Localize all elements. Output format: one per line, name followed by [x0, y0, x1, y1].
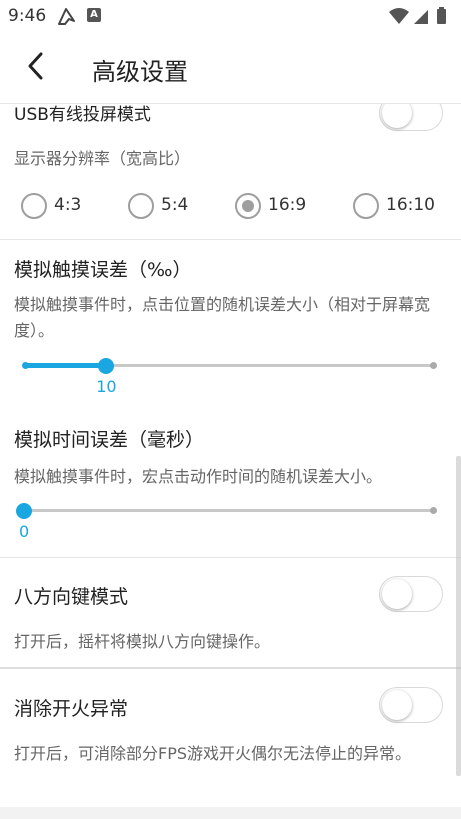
slider-end-dot [430, 362, 437, 369]
fire-fix-description: 打开后，可消除部分FPS游戏开火偶尔无法停止的异常。 [14, 744, 412, 763]
app-bar: 高级设置 [0, 32, 461, 104]
slider-track [24, 509, 435, 512]
time-error-description: 模拟触摸事件时，宏点击动作时间的随机误差大小。 [14, 467, 383, 486]
toggle-knob [382, 690, 412, 720]
touch-error-title: 模拟触摸误差（‰） [14, 259, 192, 281]
radio-label: 4:3 [54, 195, 82, 215]
slider-start-dot [22, 362, 29, 369]
time-error-value: 0 [19, 522, 30, 541]
time-error-title: 模拟时间误差（毫秒） [14, 429, 205, 451]
status-bar: 9:46 A [0, 0, 461, 32]
radio-label: 5:4 [161, 195, 189, 215]
scrollbar[interactable] [456, 456, 461, 776]
a-notification-icon: A [87, 8, 101, 22]
usb-mode-toggle[interactable] [379, 104, 443, 131]
radio-circle [353, 193, 379, 219]
wifi-icon [389, 8, 409, 24]
back-arrow-icon [28, 52, 43, 80]
radio-circle [128, 193, 154, 219]
slider-thumb[interactable] [98, 358, 115, 374]
eight-direction-toggle[interactable] [379, 576, 443, 612]
slider-thumb[interactable] [16, 503, 32, 519]
resolution-title: 显示器分辨率（宽高比） [14, 149, 191, 168]
eight-direction-description: 打开后，摇杆将模拟八方向键操作。 [14, 632, 271, 651]
radio-circle [21, 193, 47, 219]
divider [0, 239, 461, 240]
settings-list[interactable]: USB有线投屏模式 显示器分辨率（宽高比） 4:3 5:4 16:9 16:10… [0, 104, 461, 819]
battery-icon [437, 7, 446, 24]
page-title: 高级设置 [92, 58, 188, 86]
fire-fix-toggle[interactable] [379, 687, 443, 723]
touch-error-slider[interactable] [18, 351, 440, 381]
status-time: 9:46 [8, 6, 47, 26]
status-indicators [389, 7, 446, 24]
slider-fill [24, 363, 107, 368]
cellular-signal-icon [414, 10, 428, 24]
eight-direction-title: 八方向键模式 [14, 586, 129, 608]
slider-end-dot [430, 507, 437, 514]
app-notification-icon [58, 8, 75, 25]
radio-label: 16:10 [386, 195, 435, 215]
radio-label: 16:9 [268, 195, 307, 215]
time-error-slider[interactable] [16, 496, 440, 526]
toggle-knob [382, 104, 412, 128]
divider [0, 557, 461, 558]
fire-fix-title: 消除开火异常 [14, 698, 129, 720]
touch-error-value: 10 [96, 377, 117, 396]
touch-error-description: 模拟触摸事件时，点击位置的随机误差大小（相对于屏幕宽度）。 [14, 295, 431, 340]
divider [0, 667, 461, 669]
back-button[interactable] [18, 46, 58, 86]
usb-mode-title: USB有线投屏模式 [14, 105, 151, 125]
radio-circle-checked [235, 193, 261, 219]
toggle-knob [382, 579, 412, 609]
list-bottom-strip [0, 807, 461, 819]
